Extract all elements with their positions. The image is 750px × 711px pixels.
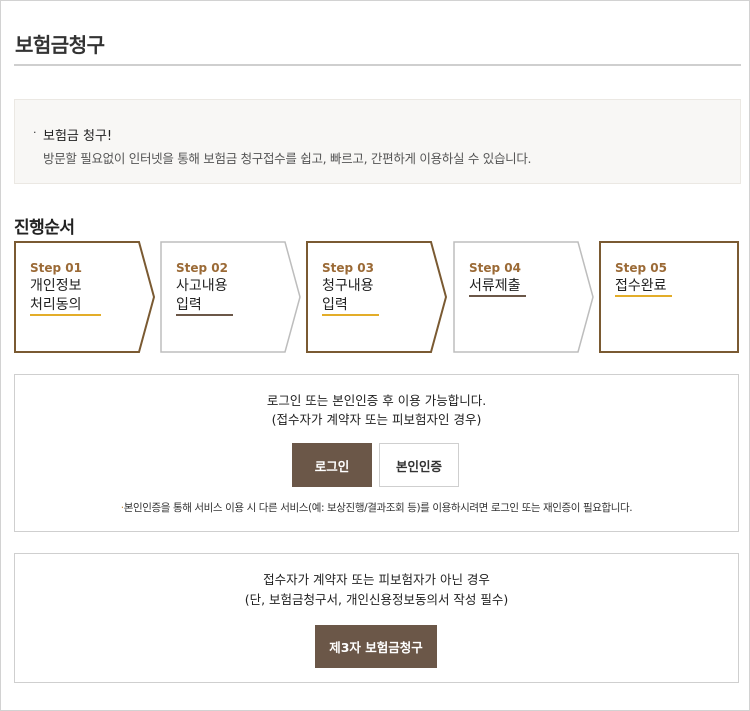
third-party-section: 접수자가 계약자 또는 피보험자가 아닌 경우 (단, 보험금청구서, 개인신용… <box>14 553 739 683</box>
step-4-underline <box>469 295 526 297</box>
step-3-underline <box>322 314 379 316</box>
step-5-label: 접수완료 <box>615 278 667 294</box>
identity-verification-button[interactable]: 본인인증 <box>379 443 459 487</box>
third-party-message: 접수자가 계약자 또는 피보험자가 아닌 경우 <box>263 572 490 587</box>
info-bullet: · <box>33 126 37 139</box>
third-party-condition: (단, 보험금청구서, 개인신용정보동의서 작성 필수) <box>244 592 509 607</box>
step-5-box-shape <box>599 241 739 353</box>
verification-note: ·본인인증을 통해 서비스 이용 시 다른 서비스(예: 보상진행/결과조회 등… <box>15 500 738 515</box>
login-condition: (접수자가 계약자 또는 피보험자인 경우) <box>271 412 482 427</box>
page-title: 보험금청구 <box>15 33 105 57</box>
login-section: 로그인 또는 본인인증 후 이용 가능합니다. (접수자가 계약자 또는 피보험… <box>14 374 739 532</box>
step-5: Step 05 접수완료 <box>599 241 739 353</box>
info-description: 방문할 필요없이 인터넷을 통해 보험금 청구접수를 쉽고, 빠르고, 간편하게… <box>43 151 532 166</box>
note-text: 본인인증을 통해 서비스 이용 시 다른 서비스(예: 보상진행/결과조회 등)… <box>123 502 633 514</box>
login-message: 로그인 또는 본인인증 후 이용 가능합니다. <box>266 393 487 408</box>
step-3-label: 청구내용 입력 <box>322 278 374 313</box>
page-frame: 보험금청구 · 보험금 청구! 방문할 필요없이 인터넷을 통해 보험금 청구접… <box>0 0 750 711</box>
step-4: Step 04 서류제출 <box>453 241 594 353</box>
step-4-label: 서류제출 <box>469 278 521 294</box>
step-2-label: 사고내용 입력 <box>176 278 228 313</box>
login-button[interactable]: 로그인 <box>292 443 372 487</box>
step-4-arrow-shape <box>453 241 594 353</box>
step-1-number: Step 01 <box>30 261 82 275</box>
step-3-number: Step 03 <box>322 261 374 275</box>
step-4-number: Step 04 <box>469 261 521 275</box>
step-1: Step 01 개인정보 처리동의 <box>14 241 156 353</box>
step-2: Step 02 사고내용 입력 <box>160 241 301 353</box>
info-box: · 보험금 청구! 방문할 필요없이 인터넷을 통해 보험금 청구접수를 쉽고,… <box>14 99 741 184</box>
third-party-claim-button[interactable]: 제3자 보험금청구 <box>315 625 437 668</box>
info-headline: 보험금 청구! <box>43 129 113 144</box>
step-2-underline <box>176 314 233 316</box>
step-1-underline <box>30 314 101 316</box>
step-5-number: Step 05 <box>615 261 667 275</box>
step-2-number: Step 02 <box>176 261 228 275</box>
step-3: Step 03 청구내용 입력 <box>306 241 448 353</box>
title-divider <box>14 64 741 66</box>
step-1-label: 개인정보 처리동의 <box>30 278 82 313</box>
process-title: 진행순서 <box>14 218 75 238</box>
step-5-underline <box>615 295 672 297</box>
